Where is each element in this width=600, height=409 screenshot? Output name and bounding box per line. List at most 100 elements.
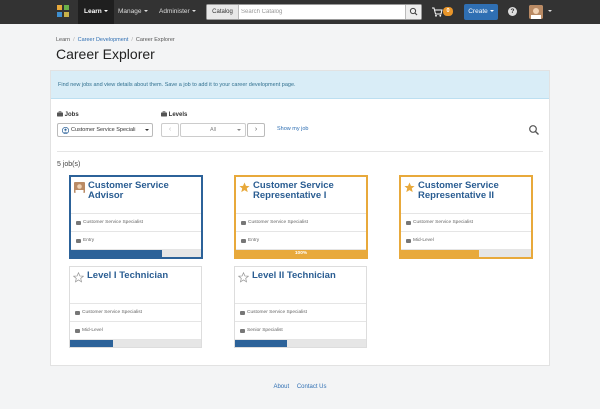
levels-label: Levels: [161, 111, 187, 118]
progress-label: [70, 340, 201, 347]
footer: About Contact Us: [0, 384, 600, 390]
levels-prev-button[interactable]: ‹: [161, 123, 179, 137]
star-filled-icon[interactable]: [404, 182, 415, 193]
job-family: Customer Service Specialist: [71, 213, 201, 231]
job-family-text: Customer Service Specialist: [247, 310, 307, 315]
breadcrumb-learn[interactable]: Learn: [56, 37, 70, 43]
star-filled-icon[interactable]: [239, 182, 250, 193]
star-outline-icon[interactable]: [73, 272, 84, 283]
folder-icon: [406, 239, 411, 243]
job-count: 5 job(s): [57, 161, 81, 168]
levels-select[interactable]: All: [180, 123, 246, 137]
progress-bar: [235, 339, 366, 347]
chevron-down-icon: [103, 10, 108, 13]
cart-count-badge: 0: [443, 7, 453, 16]
job-family-text: Customer Service Specialist: [82, 310, 142, 315]
briefcase-icon: [75, 311, 80, 315]
job-card[interactable]: Customer Service Representative II Custo…: [399, 175, 533, 259]
app-logo-icon[interactable]: [56, 4, 70, 18]
search-scope-button[interactable]: Catalog: [207, 5, 239, 19]
job-family: Customer Service Specialist: [70, 303, 201, 321]
progress-bar: [71, 249, 201, 257]
chevron-down-icon: [191, 10, 196, 13]
cart-icon: [432, 7, 443, 17]
breadcrumb: Learn / Career Development / Career Explorer: [56, 37, 175, 43]
nav-administer-label: Administer: [159, 8, 190, 15]
career-explorer-panel: Find new jobs and view details about the…: [50, 70, 550, 366]
job-level: Mid-Level: [401, 231, 531, 249]
user-avatar[interactable]: [529, 5, 543, 19]
briefcase-icon: [76, 221, 81, 225]
levels-select-value: All: [209, 127, 217, 133]
chevron-down-icon[interactable]: [548, 10, 552, 12]
nav-learn-label: Learn: [84, 8, 102, 15]
star-outline-icon[interactable]: [238, 272, 249, 283]
create-button[interactable]: Create: [464, 4, 498, 20]
divider: [57, 151, 543, 152]
job-level: Mid-Level: [70, 321, 201, 339]
help-icon[interactable]: ?: [508, 7, 517, 16]
search-input[interactable]: [241, 5, 405, 19]
job-family: Customer Service Specialist: [235, 303, 366, 321]
progress-bar: [70, 339, 201, 347]
job-level-text: Mid-Level: [82, 328, 103, 333]
search-icon: [409, 7, 418, 16]
breadcrumb-career-development[interactable]: Career Development: [78, 37, 129, 43]
jobs-label-text: Jobs: [64, 112, 79, 118]
nav-learn[interactable]: Learn: [78, 0, 114, 24]
job-card[interactable]: Level I Technician Customer Service Spec…: [69, 266, 202, 348]
chevron-down-icon: [489, 10, 494, 13]
job-title: Level I Technician: [87, 270, 169, 281]
briefcase-icon: [240, 311, 245, 315]
job-level: Entry: [236, 231, 366, 249]
job-family-text: Customer Service Specialist: [413, 220, 473, 225]
search-button[interactable]: [405, 5, 421, 19]
create-label: Create: [468, 8, 488, 15]
page-title: Career Explorer: [56, 46, 155, 62]
search-icon[interactable]: [528, 124, 540, 136]
progress-label: 100%: [294, 251, 308, 256]
top-navbar: Learn Manage Administer Catalog 0 Create…: [0, 0, 600, 24]
chevron-down-icon: [145, 129, 149, 131]
progress-label: [71, 250, 201, 257]
cart-button[interactable]: 0: [432, 6, 456, 18]
info-message: Find new jobs and view details about the…: [51, 71, 549, 99]
job-family: Customer Service Specialist: [401, 213, 531, 231]
job-card[interactable]: Customer Service Representative I Custom…: [234, 175, 368, 259]
job-title: Customer Service Representative II: [418, 180, 499, 201]
briefcase-icon: [57, 111, 63, 117]
job-level-text: Entry: [248, 238, 260, 243]
briefcase-icon: [161, 111, 167, 117]
jobs-label: Jobs: [57, 111, 79, 118]
job-family: Customer Service Specialist: [236, 213, 366, 231]
jobs-select-value: Customer Service Speciali: [71, 127, 136, 133]
progress-label: [235, 340, 366, 347]
folder-icon: [76, 239, 81, 243]
nav-manage[interactable]: Manage: [112, 0, 154, 24]
about-link[interactable]: About: [273, 384, 289, 390]
job-level: Entry: [71, 231, 201, 249]
job-card[interactable]: Level II Technician Customer Service Spe…: [234, 266, 367, 348]
folder-icon: [241, 239, 246, 243]
job-family-text: Customer Service Specialist: [83, 220, 143, 225]
jobs-select[interactable]: Customer Service Speciali: [57, 123, 153, 137]
job-level-text: Senior Specialist: [247, 328, 283, 333]
show-my-job-link[interactable]: Show my job: [277, 126, 309, 132]
job-card[interactable]: Customer Service Advisor Customer Servic…: [69, 175, 203, 259]
contact-link[interactable]: Contact Us: [297, 384, 327, 390]
progress-label: [401, 250, 531, 257]
user-avatar-icon: [529, 5, 543, 19]
job-level-text: Entry: [83, 238, 95, 243]
job-level: Senior Specialist: [235, 321, 366, 339]
chevron-down-icon: [237, 129, 241, 131]
progress-bar: 100%: [236, 249, 366, 257]
job-family-text: Customer Service Specialist: [248, 220, 308, 225]
nav-administer[interactable]: Administer: [153, 0, 202, 24]
catalog-search: Catalog: [206, 4, 422, 20]
job-title: Level II Technician: [252, 270, 336, 281]
nav-manage-label: Manage: [118, 8, 142, 15]
folder-icon: [240, 329, 245, 333]
breadcrumb-current: Career Explorer: [135, 37, 175, 43]
levels-next-button[interactable]: ›: [247, 123, 265, 137]
levels-label-text: Levels: [168, 112, 188, 118]
